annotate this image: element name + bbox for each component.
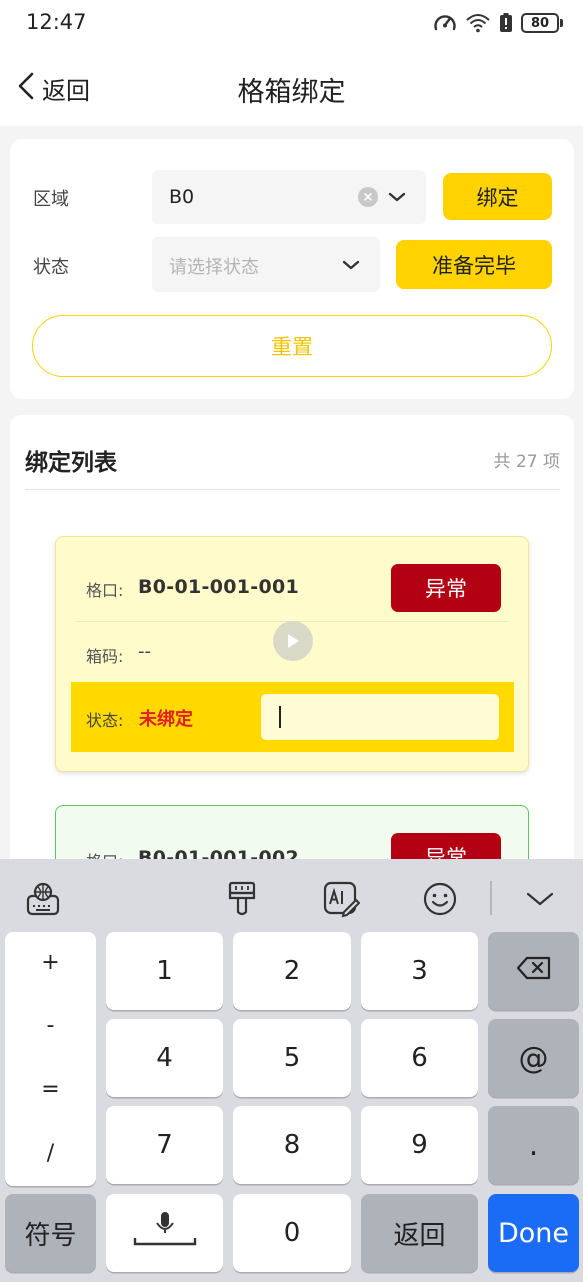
battery-alert-icon <box>499 13 513 33</box>
status-icons: 80 <box>433 10 563 36</box>
area-value: B0 <box>169 186 195 208</box>
key-plus[interactable]: + <box>5 932 96 992</box>
slot-label: 格口: <box>86 581 124 600</box>
list-count: 共 27 项 <box>493 452 560 472</box>
reset-button[interactable]: 重置 <box>32 315 552 377</box>
done-key[interactable]: Done <box>488 1194 579 1272</box>
bind-list-card: 绑定列表 共 27 项 格口: B0-01-001-001 异常 箱码: -- … <box>10 415 574 875</box>
slot-value: B0-01-001-001 <box>138 576 300 598</box>
filter-card: 区域 B0 × 绑定 状态 请选择状态 准备完毕 重置 <box>10 139 574 399</box>
status-time: 12:47 <box>26 10 87 34</box>
divider <box>490 881 492 915</box>
key-5[interactable]: 5 <box>233 1019 351 1097</box>
key-9[interactable]: 9 <box>361 1106 478 1184</box>
key-4[interactable]: 4 <box>106 1019 223 1097</box>
area-label: 区域 <box>33 189 69 210</box>
wifi-icon <box>465 13 491 33</box>
return-key[interactable]: 返回 <box>361 1194 478 1272</box>
abnormal-button[interactable]: 异常 <box>391 564 501 612</box>
numeric-keyboard: + - = / 1 2 3 4 5 6 @ 7 8 9 . 符号 0 返回 Do… <box>0 859 583 1282</box>
key-1[interactable]: 1 <box>106 932 223 1010</box>
key-equals[interactable]: = <box>5 1059 96 1119</box>
status-select[interactable]: 请选择状态 <box>152 237 380 292</box>
space-voice-key[interactable] <box>106 1194 223 1272</box>
key-at[interactable]: @ <box>488 1019 579 1097</box>
box-code-value: -- <box>138 641 151 662</box>
play-icon[interactable] <box>273 621 313 661</box>
key-slash[interactable]: / <box>5 1123 96 1183</box>
ai-write-icon[interactable] <box>319 877 363 921</box>
key-3[interactable]: 3 <box>361 932 478 1010</box>
list-title: 绑定列表 <box>25 450 117 476</box>
symbol-column: + - = / <box>5 932 96 1186</box>
status-label: 状态 <box>33 257 69 278</box>
page-title: 格箱绑定 <box>237 77 346 108</box>
box-code-label: 箱码: <box>86 647 124 666</box>
status-placeholder: 请选择状态 <box>169 257 259 278</box>
area-select[interactable]: B0 × <box>152 170 426 224</box>
chevron-down-icon <box>388 189 406 208</box>
battery-level: 80 <box>521 13 559 33</box>
symbol-key[interactable]: 符号 <box>5 1194 96 1272</box>
key-6[interactable]: 6 <box>361 1019 478 1097</box>
item-status-label: 状态: <box>86 711 124 730</box>
backspace-icon <box>516 956 552 987</box>
key-minus[interactable]: - <box>5 995 96 1055</box>
box-code-input[interactable] <box>261 694 499 740</box>
key-2[interactable]: 2 <box>233 932 351 1010</box>
item-status-value: 未绑定 <box>139 709 193 730</box>
backspace-key[interactable] <box>488 932 579 1010</box>
collapse-keyboard-icon[interactable] <box>518 877 562 921</box>
ready-button[interactable]: 准备完毕 <box>396 240 552 289</box>
clear-icon[interactable]: × <box>358 187 378 207</box>
chevron-down-icon <box>342 257 360 276</box>
bind-button[interactable]: 绑定 <box>443 173 552 220</box>
text-caret <box>279 706 281 728</box>
keyboard-settings-icon[interactable] <box>21 877 65 921</box>
status-row: 状态: 未绑定 <box>71 682 514 752</box>
emoji-icon[interactable] <box>418 877 462 921</box>
status-bar: 12:47 80 <box>0 0 583 48</box>
skin-brush-icon[interactable] <box>220 877 264 921</box>
list-item: 格口: B0-01-001-001 异常 箱码: -- 状态: 未绑定 <box>55 536 529 772</box>
speedometer-icon <box>433 12 457 34</box>
nav-bar: 返回 格箱绑定 <box>0 48 583 126</box>
microphone-icon <box>132 1208 198 1259</box>
key-8[interactable]: 8 <box>233 1106 351 1184</box>
key-0[interactable]: 0 <box>233 1194 351 1272</box>
battery-icon: 80 <box>521 13 563 33</box>
divider <box>25 489 560 490</box>
key-7[interactable]: 7 <box>106 1106 223 1184</box>
key-dot[interactable]: . <box>488 1106 579 1184</box>
